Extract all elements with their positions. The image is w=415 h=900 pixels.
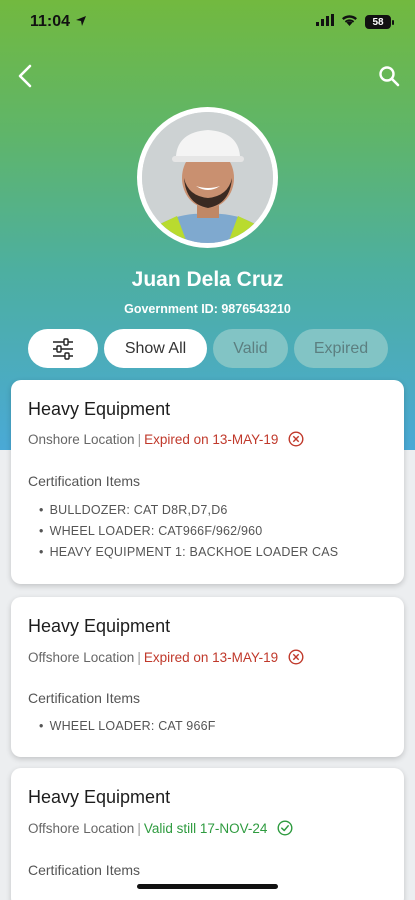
certification-items: WHEEL LOADER: CAT 966F — [39, 719, 216, 740]
filter-settings-button[interactable] — [28, 329, 98, 368]
card-title: Heavy Equipment — [28, 787, 171, 807]
avatar — [137, 107, 278, 248]
certification-card[interactable]: Heavy Equipment Offshore Location | Vali… — [11, 768, 404, 900]
list-item: HEAVY EQUIPMENT 1: BACKHOE LOADER CAS — [39, 545, 339, 566]
items-label: Certification Items — [28, 473, 141, 489]
profile-photo — [142, 112, 273, 243]
location-text: Offshore Location — [28, 820, 135, 836]
status-text: Valid still 17-NOV-24 — [143, 820, 268, 836]
x-circle-icon — [288, 431, 304, 447]
items-label: Certification Items — [28, 862, 141, 878]
search-icon — [379, 66, 400, 87]
card-status-line: Offshore Location | Valid still 17-NOV-2… — [28, 820, 293, 836]
items-label: Certification Items — [28, 690, 141, 706]
list-item: WHEEL LOADER: CAT966F/962/960 — [39, 524, 338, 545]
card-status-line: Offshore Location | Expired on 13-MAY-19 — [28, 649, 304, 665]
wifi-icon — [341, 13, 358, 31]
check-circle-icon — [277, 820, 293, 836]
battery-icon: 58 — [365, 15, 394, 29]
status-time: 11:04 — [30, 13, 71, 30]
battery-level: 58 — [372, 16, 384, 28]
card-title: Heavy Equipment — [28, 616, 171, 636]
certification-items: BULLDOZER: CAT D8R,D7,D6 WHEEL LOADER: C… — [39, 503, 339, 566]
sliders-icon — [53, 337, 73, 360]
status-text: Expired on 13-MAY-19 — [144, 431, 279, 447]
x-circle-icon — [288, 649, 304, 665]
certification-card[interactable]: Heavy Equipment Offshore Location | Expi… — [11, 597, 404, 757]
list-item: BULLDOZER: CAT D8R,D7,D6 — [39, 503, 338, 524]
status-bar: 11:04 58 — [0, 0, 415, 44]
back-button[interactable] — [14, 62, 38, 90]
status-text: Expired on 13-MAY-19 — [143, 649, 279, 665]
government-id: Government ID: 9876543210 — [124, 302, 291, 316]
profile-name: Juan Dela Cruz — [131, 268, 284, 291]
card-title: Heavy Equipment — [28, 399, 171, 419]
filter-expired[interactable]: Expired — [294, 329, 388, 368]
card-status-line: Onshore Location | Expired on 13-MAY-19 — [28, 431, 304, 447]
certification-card[interactable]: Heavy Equipment Onshore Location | Expir… — [11, 380, 404, 584]
location-arrow-icon — [75, 14, 87, 32]
separator: | — [137, 431, 142, 447]
list-item: WHEEL LOADER: CAT 966F — [39, 719, 216, 740]
separator: | — [137, 820, 141, 836]
search-button[interactable] — [377, 64, 401, 88]
chevron-left-icon — [18, 64, 32, 88]
location-text: Offshore Location — [28, 649, 135, 665]
location-text: Onshore Location — [28, 431, 135, 447]
home-indicator[interactable] — [137, 884, 278, 889]
signal-icon — [316, 13, 334, 31]
filter-show-all[interactable]: Show All — [104, 329, 207, 368]
filter-valid[interactable]: Valid — [213, 329, 288, 368]
separator: | — [137, 649, 141, 665]
